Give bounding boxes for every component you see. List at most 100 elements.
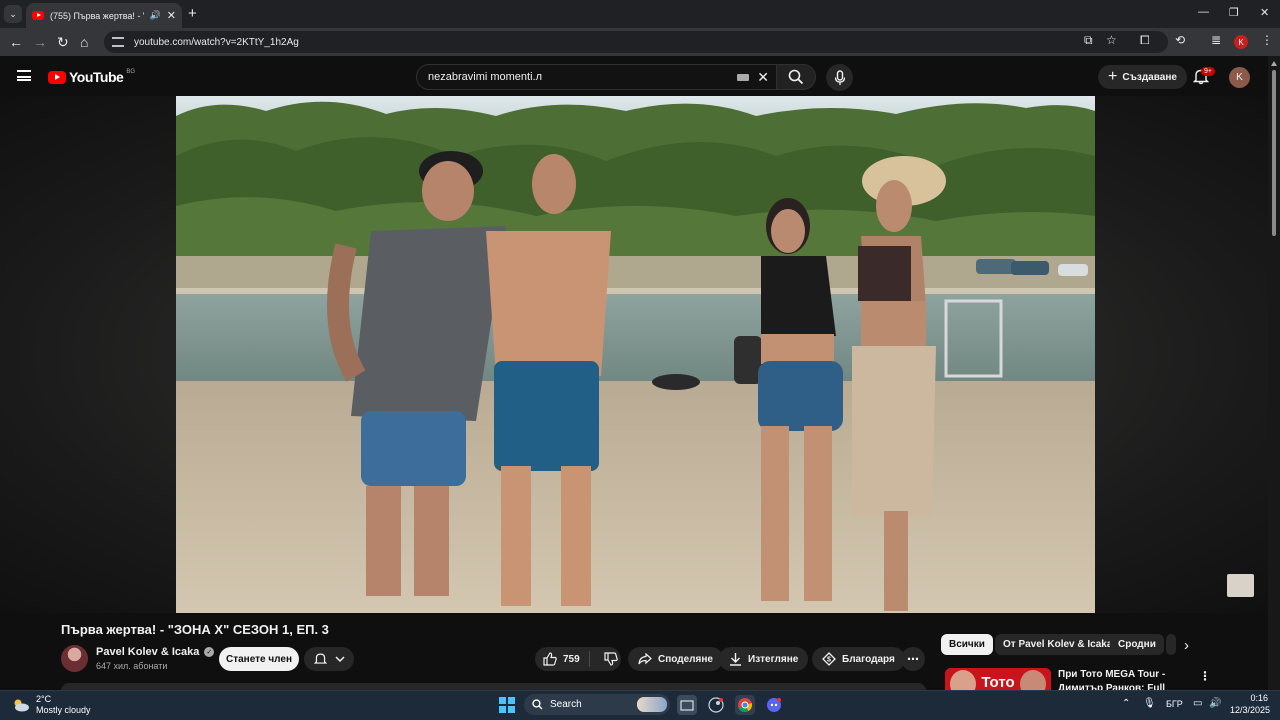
- extensions-icon[interactable]: ⧠: [1140, 33, 1150, 48]
- browser-toolbar: ← → ↻ ⌂ youtube.com/watch?v=2KTtY_1h2Ag …: [0, 28, 1280, 56]
- super-thanks-icon: $: [822, 652, 836, 666]
- voice-search-button[interactable]: [826, 64, 853, 91]
- miniplayer-preview[interactable]: [1227, 574, 1254, 597]
- create-button[interactable]: + Създаване: [1098, 65, 1187, 89]
- chevron-right-icon[interactable]: ›: [1184, 637, 1189, 654]
- youtube-favicon-icon: [32, 11, 44, 20]
- taskbar-search-label: Search: [550, 699, 582, 710]
- tab-search-button[interactable]: ⌄: [4, 5, 22, 23]
- youtube-wordmark: YouTube: [69, 69, 124, 85]
- chrome-profile-avatar[interactable]: K: [1234, 35, 1248, 49]
- reload-icon[interactable]: ↻: [57, 34, 69, 50]
- search-input[interactable]: nezabravimi momenti.л ✕: [416, 64, 778, 90]
- share-button[interactable]: Споделяне: [628, 647, 723, 671]
- verified-icon: ✓: [204, 647, 215, 657]
- volume-icon[interactable]: 🔊: [1209, 698, 1221, 709]
- recommendation-title[interactable]: При Тото MEGA Tour - Димитър Ранков: Ful…: [1058, 668, 1190, 690]
- taskbar-search[interactable]: Search: [524, 694, 670, 715]
- search-highlight-image: [637, 697, 667, 712]
- chrome-icon[interactable]: [735, 695, 755, 715]
- tray-overflow-icon[interactable]: ⌃: [1122, 698, 1130, 709]
- scrollbar-thumb[interactable]: [1272, 70, 1276, 236]
- windows-start-icon[interactable]: [499, 697, 515, 713]
- search-button[interactable]: [776, 64, 816, 90]
- input-language[interactable]: БГР: [1166, 699, 1183, 709]
- youtube-header: YouTube BG nezabravimi momenti.л ✕ + Съз…: [0, 56, 1268, 96]
- install-app-icon[interactable]: ⧉: [1084, 33, 1093, 48]
- download-button[interactable]: Изтегляне: [719, 647, 809, 671]
- site-info-icon[interactable]: [112, 37, 124, 47]
- weather-condition: Mostly cloudy: [36, 705, 91, 715]
- task-view-icon[interactable]: [677, 695, 697, 715]
- history-icon[interactable]: ⟲: [1175, 33, 1185, 47]
- hamburger-menu-icon[interactable]: [17, 70, 31, 81]
- address-bar[interactable]: youtube.com/watch?v=2KTtY_1h2Ag: [104, 31, 1168, 53]
- channel-name[interactable]: Pavel Kolev & Icaka ✓: [96, 646, 215, 658]
- chip-partial[interactable]: [1166, 634, 1176, 655]
- chip-all[interactable]: Всички: [941, 634, 993, 655]
- discord-icon[interactable]: [764, 695, 784, 715]
- clock-time: 0:16: [1250, 693, 1268, 703]
- tray-microphone-icon[interactable]: 🎙: [1143, 698, 1156, 709]
- plus-icon: +: [1108, 68, 1118, 85]
- forward-icon[interactable]: →: [33, 34, 47, 50]
- recommendation-thumbnail[interactable]: Тото: [945, 668, 1051, 690]
- window-close-icon[interactable]: ✕: [1260, 6, 1269, 19]
- clear-search-icon[interactable]: ✕: [757, 69, 769, 86]
- share-label: Споделяне: [658, 653, 713, 665]
- bell-icon: [313, 653, 327, 664]
- recommendation-menu-icon[interactable]: ⋮: [1199, 669, 1211, 683]
- share-icon: [638, 653, 652, 665]
- video-frame: [176, 96, 1095, 613]
- active-tab[interactable]: (755) Първа жертва! - "ЗО 🔊 ✕: [26, 3, 182, 28]
- create-label: Създаване: [1122, 71, 1177, 83]
- like-count: 759: [563, 653, 580, 665]
- clock-date: 12/3/2025: [1230, 705, 1271, 715]
- account-avatar[interactable]: K: [1229, 67, 1250, 88]
- search-query: nezabravimi momenti.л: [428, 71, 543, 83]
- subscription-notify-button[interactable]: [304, 647, 354, 671]
- chrome-menu-icon[interactable]: ⋮: [1261, 33, 1273, 47]
- video-player[interactable]: [176, 96, 1095, 613]
- media-controls-icon[interactable]: ≣: [1211, 33, 1221, 47]
- thanks-label: Благодаря: [842, 653, 895, 665]
- thumbs-down-icon: [604, 652, 618, 666]
- notifications-badge: 9+: [1201, 67, 1215, 76]
- download-icon: [730, 653, 741, 666]
- dislike-button[interactable]: [596, 652, 618, 666]
- chip-from-channel[interactable]: От Pavel Kolev & Icaka: [995, 634, 1121, 655]
- country-code: BG: [126, 69, 135, 75]
- thanks-button[interactable]: $ Благодаря: [812, 647, 905, 671]
- keyboard-icon[interactable]: [737, 73, 750, 81]
- new-tab-button[interactable]: +: [188, 5, 197, 22]
- microphone-icon: [834, 69, 845, 85]
- chevron-down-icon: [334, 655, 345, 662]
- network-icon[interactable]: ▭: [1193, 698, 1202, 709]
- download-label: Изтегляне: [748, 653, 799, 665]
- like-button[interactable]: 759: [535, 651, 590, 667]
- bookmark-star-icon[interactable]: ☆: [1106, 33, 1117, 47]
- minimize-icon[interactable]: —: [1198, 6, 1209, 18]
- system-clock[interactable]: 0:16 12/3/2025: [1230, 692, 1271, 716]
- channel-avatar[interactable]: [61, 645, 88, 672]
- weather-widget[interactable]: 2°C Mostly cloudy: [12, 694, 91, 716]
- youtube-logo[interactable]: YouTube BG: [48, 69, 135, 85]
- scroll-up-icon[interactable]: [1271, 61, 1277, 66]
- chip-related[interactable]: Сродни: [1110, 634, 1164, 655]
- thumbs-up-icon: [543, 652, 557, 666]
- join-button[interactable]: Станете член: [219, 647, 299, 671]
- home-icon[interactable]: ⌂: [80, 34, 88, 50]
- subscriber-count: 647 хил. абонати: [96, 661, 168, 671]
- more-actions-icon[interactable]: ⋯: [901, 647, 925, 671]
- speaker-icon[interactable]: 🔊: [150, 10, 161, 21]
- browser-tab-strip: ⌄ (755) Първа жертва! - "ЗО 🔊 ✕ + — ❐ ✕: [0, 0, 1280, 28]
- steam-icon[interactable]: [706, 695, 726, 715]
- back-icon[interactable]: ←: [9, 34, 23, 50]
- url-text: youtube.com/watch?v=2KTtY_1h2Ag: [134, 36, 299, 48]
- svg-text:$: $: [827, 657, 831, 664]
- page-scrollbar[interactable]: [1268, 56, 1280, 690]
- close-tab-icon[interactable]: ✕: [167, 9, 176, 22]
- restore-icon[interactable]: ❐: [1229, 6, 1239, 19]
- channel-name-text: Pavel Kolev & Icaka: [96, 646, 200, 658]
- recommendation-thumb-text: Тото: [981, 674, 1014, 690]
